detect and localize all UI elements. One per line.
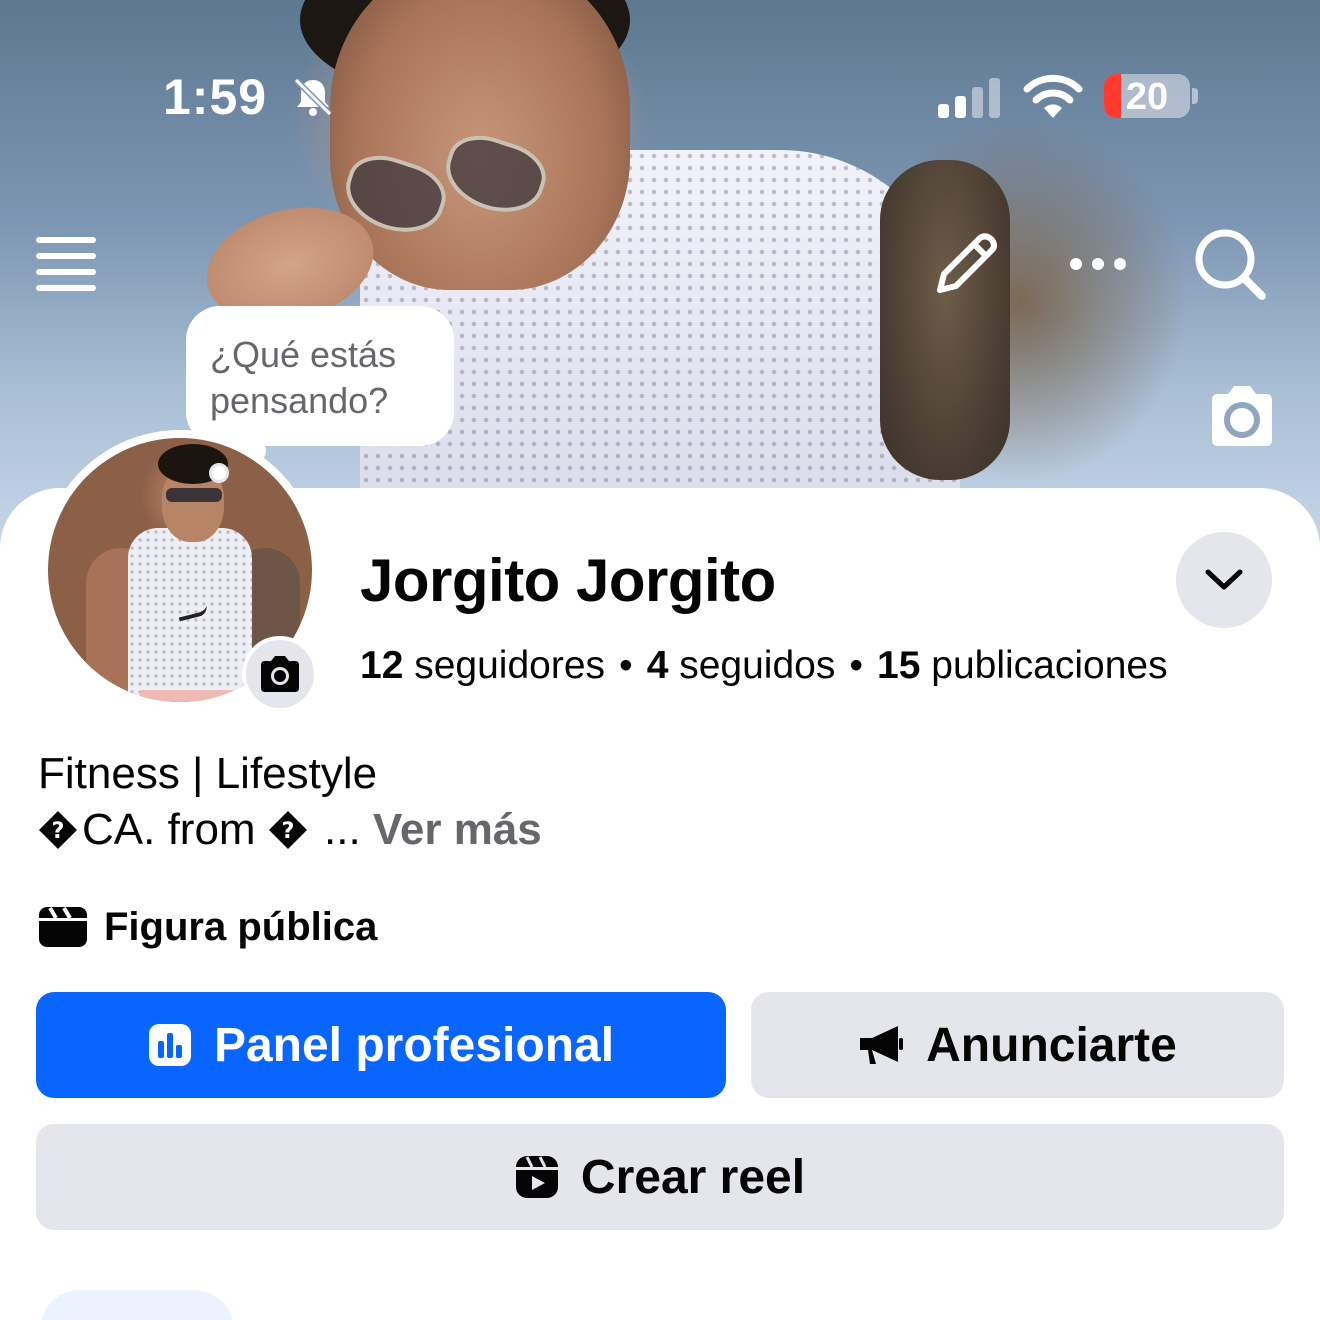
chevron-down-icon xyxy=(1205,569,1243,590)
camera-icon xyxy=(261,656,299,692)
megaphone-icon xyxy=(860,1026,904,1064)
unknown-glyph-icon: ? xyxy=(39,811,77,849)
wifi-icon xyxy=(1023,74,1083,118)
bio-ellipsis: ... xyxy=(324,805,361,854)
stats-separator: • xyxy=(619,644,633,687)
svg-text:?: ? xyxy=(281,819,294,844)
battery-icon: 20 xyxy=(1104,74,1190,118)
composer-bubble[interactable]: ¿Qué estás pensando? xyxy=(186,306,454,446)
create-reel-label: Crear reel xyxy=(580,1150,806,1204)
dashboard-chart-icon xyxy=(148,1024,191,1066)
bubble-tail-dot xyxy=(209,463,229,483)
posts-label: publicaciones xyxy=(931,644,1168,687)
create-reel-button[interactable]: Crear reel xyxy=(36,1124,1284,1230)
advertise-label: Anunciarte xyxy=(926,1018,1177,1072)
professional-dashboard-button[interactable]: Panel profesional xyxy=(36,992,726,1098)
avatar-shorts xyxy=(140,690,240,702)
following-label: seguidos xyxy=(679,644,836,687)
stats-separator: • xyxy=(849,644,864,687)
more-icon[interactable] xyxy=(1068,252,1128,276)
profile-category: Figura pública xyxy=(38,902,377,952)
battery-tip xyxy=(1192,88,1198,104)
bio-line-1: Fitness | Lifestyle xyxy=(38,749,378,798)
professional-dashboard-label: Panel profesional xyxy=(213,1018,615,1072)
advertise-button[interactable]: Anunciarte xyxy=(751,992,1284,1098)
see-more-link[interactable]: Ver más xyxy=(373,805,542,854)
avatar-camera-button[interactable] xyxy=(242,636,318,712)
followers-label: seguidores xyxy=(414,644,606,687)
bell-slash-icon xyxy=(293,77,333,117)
bio-line-2: ? CA. from ? ... Ver más xyxy=(38,802,542,858)
status-time: 1:59 xyxy=(163,69,268,125)
unknown-glyph-icon: ? xyxy=(268,811,307,849)
followers-link[interactable]: 12 seguidores xyxy=(360,644,605,687)
profile-bio: Fitness | Lifestyle ? CA. from ? ... Ver… xyxy=(38,746,542,858)
followers-count: 12 xyxy=(360,644,404,687)
battery-percent: 20 xyxy=(1125,76,1169,118)
tab-chip-partial[interactable] xyxy=(40,1290,234,1320)
following-count: 4 xyxy=(646,644,669,687)
search-icon[interactable] xyxy=(1192,226,1268,302)
reels-icon xyxy=(515,1156,558,1198)
following-link[interactable]: 4 seguidos xyxy=(647,644,836,687)
menu-icon[interactable] xyxy=(34,234,98,294)
clapperboard-icon xyxy=(39,906,87,947)
camera-icon[interactable] xyxy=(1206,384,1278,448)
avatar-glasses xyxy=(166,488,222,502)
profile-stats: 12 seguidores • 4 seguidos • 15 publicacione… xyxy=(360,644,1168,688)
profile-dropdown-button[interactable] xyxy=(1176,532,1272,628)
pencil-icon[interactable] xyxy=(930,230,1000,300)
category-label: Figura pública xyxy=(104,904,378,949)
bio-text: CA. from xyxy=(82,805,256,854)
svg-text:?: ? xyxy=(52,819,65,844)
cover-arm xyxy=(880,160,1010,480)
cellular-signal-icon xyxy=(938,78,1000,118)
posts-link[interactable]: 15 publicaciones xyxy=(877,644,1168,687)
profile-name: Jorgito Jorgito xyxy=(360,547,776,614)
posts-count: 15 xyxy=(877,644,921,687)
